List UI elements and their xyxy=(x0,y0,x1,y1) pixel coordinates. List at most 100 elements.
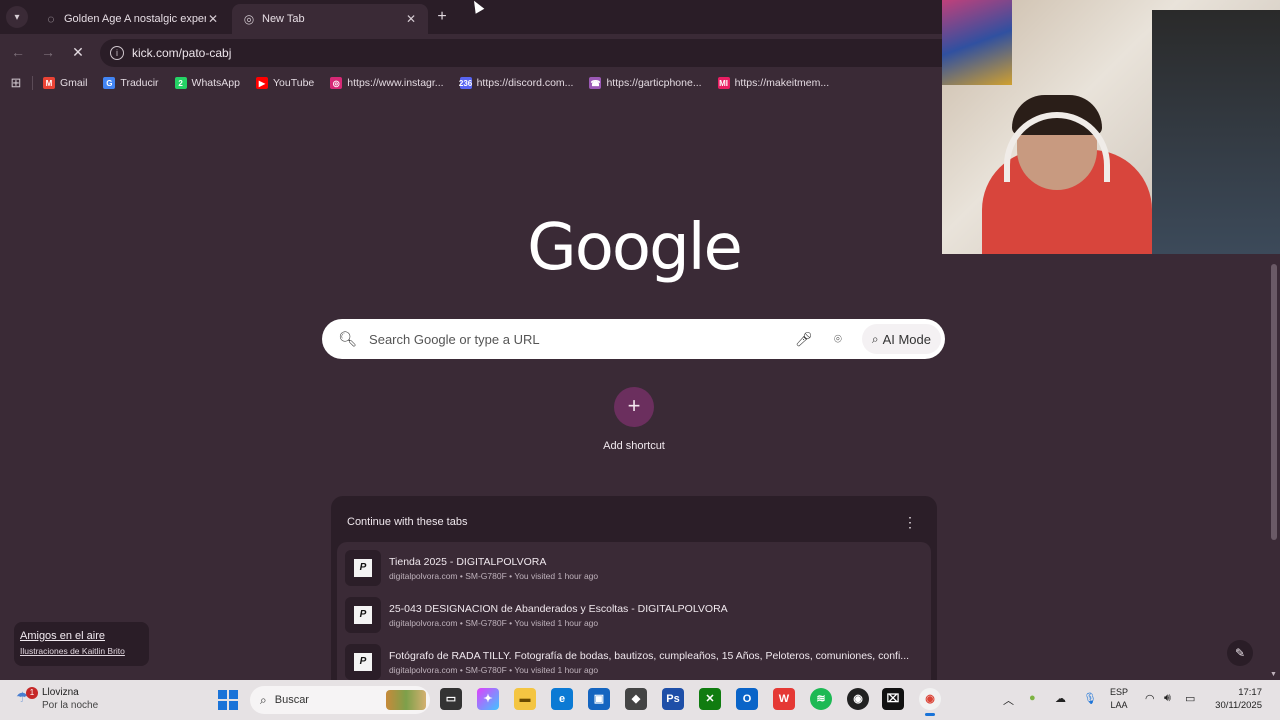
continue-tabs-list: P Tienda 2025 - DIGITALPOLVORA digitalpo… xyxy=(337,542,931,680)
taskbar: ☂ 1 Llovizna Por la noche ⌕ Buscar ▭ ✦ ▬… xyxy=(0,680,1280,720)
taskbar-search[interactable]: ⌕ Buscar xyxy=(250,686,430,714)
capcut-icon[interactable]: ⌧ xyxy=(882,688,904,710)
search-box[interactable]: 🔍︎ 🎤︎ ⌾ ⌕ AI Mode xyxy=(322,319,945,359)
search-icon: ⌕ xyxy=(260,692,267,707)
bookmark-item[interactable]: 2 WhatsApp xyxy=(174,77,240,89)
more-options-icon[interactable]: ⋮ xyxy=(903,514,917,531)
bookmarks-bar: ⊞ M Gmail G Traducir 2 WhatsApp ▶ YouTube ◎ https… xyxy=(0,70,942,96)
list-item[interactable]: P 25-043 DESIGNACION de Abanderados y Es… xyxy=(345,595,925,635)
windows-start-icon[interactable] xyxy=(218,690,238,710)
bookmark-item[interactable]: ☎ https://garticphone... xyxy=(589,77,702,89)
edge-icon[interactable]: e xyxy=(551,688,573,710)
close-icon[interactable]: ✕ xyxy=(206,12,220,26)
plus-icon[interactable]: + xyxy=(614,387,654,427)
customize-pencil-icon[interactable]: ✎ xyxy=(1227,640,1253,666)
xbox-icon[interactable]: ✕ xyxy=(699,688,721,710)
tab-title: New Tab xyxy=(262,13,305,25)
chrome-newtab-icon: ◎ xyxy=(243,12,255,26)
show-hidden-icons-icon[interactable]: ︿ xyxy=(1003,692,1014,708)
microphone-icon[interactable]: 🎤︎ xyxy=(794,331,814,348)
discord-icon: 236 xyxy=(458,77,473,89)
language-indicator[interactable]: ESP LAA xyxy=(1110,686,1128,712)
clock[interactable]: 17:17 30/11/2025 xyxy=(1208,686,1262,712)
new-tab-button[interactable]: + xyxy=(432,8,452,28)
bookmarks-divider xyxy=(32,76,33,90)
add-shortcut-button[interactable]: + Add shortcut xyxy=(592,387,676,452)
address-bar[interactable]: i kick.com/pato-cabj xyxy=(100,39,942,67)
weather-subtitle: Por la noche xyxy=(42,700,99,711)
battery-icon[interactable]: ▭ xyxy=(1185,692,1195,705)
taskbar-search-label: Buscar xyxy=(274,694,309,706)
obs-studio-icon[interactable]: ◉ xyxy=(847,688,869,710)
app-cube-icon[interactable]: ◆ xyxy=(625,688,647,710)
list-item-title: 25-043 DESIGNACION de Abanderados y Esco… xyxy=(389,602,728,615)
google-lens-icon[interactable]: ⌾ xyxy=(828,331,848,347)
apps-grid-icon[interactable]: ⊞ xyxy=(0,75,32,91)
close-icon[interactable]: ✕ xyxy=(404,12,418,26)
site-favicon-icon: P xyxy=(345,550,381,586)
ai-mode-label: AI Mode xyxy=(882,331,931,347)
back-arrow-icon[interactable]: ← xyxy=(8,42,28,62)
microphone-icon[interactable]: 🎙︎ xyxy=(1083,692,1097,705)
task-view-icon[interactable]: ▭ xyxy=(440,688,462,710)
list-item-subtitle: digitalpolvora.com • SM-G780F • You visi… xyxy=(389,570,599,581)
clock-date: 30/11/2025 xyxy=(1215,700,1262,711)
forward-arrow-icon[interactable]: → xyxy=(38,42,58,62)
youtube-icon: ▶ xyxy=(256,77,268,89)
list-item[interactable]: P Fotógrafo de RADA TILLY. Fotografía de… xyxy=(345,642,925,680)
instagram-icon: ◎ xyxy=(330,77,343,89)
list-item[interactable]: P Tienda 2025 - DIGITALPOLVORA digitalpo… xyxy=(345,548,925,588)
copilot-icon[interactable]: ✦ xyxy=(477,688,499,710)
tab-search-button[interactable]: ▾ xyxy=(6,6,28,28)
microsoft-store-icon[interactable]: ▣ xyxy=(588,688,610,710)
bookmark-label: Gmail xyxy=(60,77,88,89)
list-item-subtitle: digitalpolvora.com • SM-G780F • You visi… xyxy=(389,617,599,628)
address-url[interactable]: kick.com/pato-cabj xyxy=(132,46,231,60)
site-info-icon[interactable]: i xyxy=(110,46,124,60)
scrollbar-thumb[interactable] xyxy=(1271,264,1277,540)
page-scrollbar[interactable]: ▼ xyxy=(1268,254,1280,680)
keyboard-layout: LAA xyxy=(1110,700,1128,710)
site-favicon-icon: P xyxy=(345,597,381,633)
bookmark-item[interactable]: 236 https://discord.com... xyxy=(458,77,573,89)
weather-title: Llovizna xyxy=(42,687,79,698)
stop-loading-icon[interactable]: ✕ xyxy=(68,42,88,62)
onedrive-cloud-icon[interactable]: ☁ xyxy=(1055,692,1066,705)
mouse-cursor-icon xyxy=(469,0,485,14)
wifi-icon[interactable]: ◠ xyxy=(1145,692,1155,705)
chrome-icon[interactable]: ◉ xyxy=(919,688,941,716)
scroll-down-icon[interactable]: ▼ xyxy=(1270,671,1277,678)
file-explorer-icon[interactable]: ▬ xyxy=(514,688,536,710)
volume-icon[interactable]: 🔊︎ xyxy=(1164,692,1171,705)
attribution-title[interactable]: Amigos en el aire xyxy=(20,630,143,642)
wall-painting xyxy=(942,0,1012,85)
site-favicon-icon: P xyxy=(345,644,381,680)
loading-spinner-icon: ◌ xyxy=(47,12,55,26)
bookmark-list: M Gmail G Traducir 2 WhatsApp ▶ YouTube ◎ https:/… xyxy=(43,77,845,89)
bookmark-item[interactable]: ◎ https://www.instagr... xyxy=(330,77,444,89)
bookmark-item[interactable]: G Traducir xyxy=(103,77,159,89)
list-item-subtitle: digitalpolvora.com • SM-G780F • You visi… xyxy=(389,664,599,675)
outlook-icon[interactable]: O xyxy=(736,688,758,710)
bookmark-item[interactable]: M Gmail xyxy=(43,77,87,89)
notification-badge: 1 xyxy=(26,687,38,699)
tab-strip: ▾ ◌ Golden Age A nostalgic experie ✕ ◎ N… xyxy=(0,0,942,34)
ai-mode-button[interactable]: ⌕ AI Mode xyxy=(861,324,941,354)
bookmark-label: YouTube xyxy=(273,77,315,89)
photoshop-express-icon[interactable]: Ps xyxy=(662,688,684,710)
background-attribution[interactable]: Amigos en el aire Ilustraciones de Kaitl… xyxy=(14,622,149,666)
translate-icon: G xyxy=(103,77,116,89)
add-shortcut-label: Add shortcut xyxy=(603,440,665,452)
bookmark-item[interactable]: ▶ YouTube xyxy=(256,77,314,89)
bookmark-item[interactable]: MI https://makeitmem... xyxy=(717,77,829,89)
bookmark-label: https://garticphone... xyxy=(606,77,702,89)
tray-app-icon[interactable]: ● xyxy=(1029,692,1036,704)
attribution-subtitle[interactable]: Ilustraciones de Kaitlin Brito xyxy=(20,646,143,656)
wps-office-icon[interactable]: W xyxy=(773,688,795,710)
search-input[interactable] xyxy=(369,331,794,347)
garticphone-icon: ☎ xyxy=(589,77,602,89)
tab-new-tab[interactable]: ◎ New Tab ✕ xyxy=(232,4,428,34)
weather-widget[interactable]: ☂ 1 Llovizna Por la noche xyxy=(16,686,98,712)
spotify-icon[interactable]: ≋ xyxy=(810,688,832,710)
tab-golden-age[interactable]: ◌ Golden Age A nostalgic experie ✕ xyxy=(34,4,230,34)
